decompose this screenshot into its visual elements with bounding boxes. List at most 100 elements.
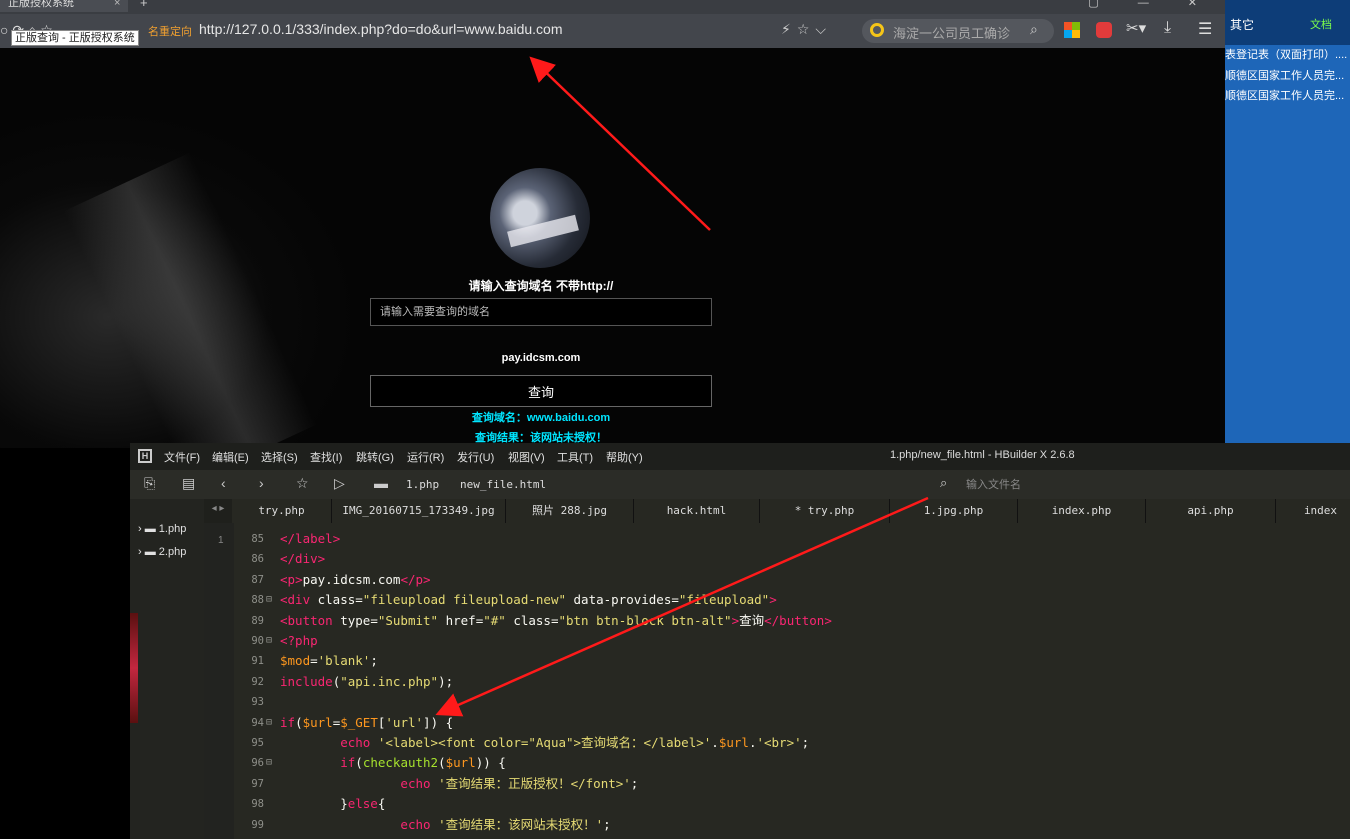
menu-goto[interactable]: 跳转(G) xyxy=(356,449,394,465)
new-tab-icon[interactable]: + xyxy=(140,0,148,12)
fold-icon[interactable]: ⊟ xyxy=(266,590,272,610)
tab-try-php[interactable]: try.php xyxy=(232,499,332,523)
breadcrumb-file[interactable]: new_file.html xyxy=(460,478,546,491)
menu-find[interactable]: 查找(I) xyxy=(310,449,342,465)
file-search-icon: ⌕ xyxy=(940,475,948,490)
browser-tab-title: 正版授权系统 xyxy=(8,0,74,9)
tab-try-php-modified[interactable]: * try.php xyxy=(760,499,890,523)
code-text: }else{ xyxy=(280,796,386,812)
url-action-icons[interactable]: ⚡☆⌵ xyxy=(781,21,832,38)
tab-docs[interactable]: 文档 xyxy=(1310,16,1332,32)
line-number: 91 xyxy=(251,655,264,668)
tab-1jpg-php[interactable]: 1.jpg.php xyxy=(890,499,1018,523)
screenshot-cut-icon[interactable]: ✂▾ xyxy=(1126,19,1150,37)
side-list-item[interactable]: 表登记表（双面打印）.... xyxy=(1225,46,1350,62)
breadcrumb-folder[interactable]: 1.php xyxy=(406,478,439,491)
tab-hack-html[interactable]: hack.html xyxy=(634,499,760,523)
menu-edit[interactable]: 编辑(E) xyxy=(212,449,249,465)
tab-photo-jpg[interactable]: 照片 288.jpg xyxy=(506,499,634,523)
code-text: $mod='blank'; xyxy=(280,653,378,669)
search-engine-icon xyxy=(870,23,884,37)
tree-item-1php[interactable]: › ▬ 1.php xyxy=(138,523,186,535)
project-tree: › ▬ 1.php › ▬ 2.php xyxy=(130,499,204,839)
window-controls[interactable]: ▢ — ✕ xyxy=(1088,0,1215,12)
new-file-icon[interactable]: ⎘ xyxy=(144,475,155,492)
menu-file[interactable]: 文件(F) xyxy=(164,449,200,465)
browser-tab[interactable]: 正版授权系统 xyxy=(0,0,128,12)
redirect-label: 名重定向 xyxy=(148,26,192,38)
search-icon[interactable]: ⌕ xyxy=(1030,21,1038,38)
folder-icon: ▬ xyxy=(374,475,388,491)
site-name: pay.idcsm.com xyxy=(501,352,581,364)
tab-close-icon[interactable]: × xyxy=(114,0,120,12)
tab-index-partial[interactable]: index xyxy=(1276,499,1350,523)
avatar xyxy=(490,168,590,268)
line-number: 88 xyxy=(251,594,264,607)
query-button[interactable]: 查询 xyxy=(370,375,712,407)
menu-tools[interactable]: 工具(T) xyxy=(557,449,593,465)
editor-menubar: H 文件(F) 编辑(E) 选择(S) 查找(I) 跳转(G) 运行(R) 发行… xyxy=(130,443,1350,470)
run-icon[interactable]: ▷ xyxy=(334,475,345,492)
side-list-item[interactable]: 顺德区国家工作人员完... xyxy=(1225,87,1350,103)
star-icon[interactable]: ☆ xyxy=(296,475,309,492)
editor-toolbar: ⎘ ▤ ‹ › ☆ ▷ ▬ 1.php new_file.html ⌕ xyxy=(130,470,1350,499)
domain-input[interactable] xyxy=(370,298,712,326)
result-domain: 查询域名：www.baidu.com xyxy=(471,412,611,424)
line-number: 93 xyxy=(251,696,264,709)
code-text: <?php xyxy=(280,633,318,648)
save-icon[interactable]: ▤ xyxy=(182,475,195,492)
side-list-item[interactable]: 顺德区国家工作人员完... xyxy=(1225,67,1350,83)
search-box[interactable]: 海淀一公司员工确诊 ⌕ xyxy=(862,19,1054,43)
code-area[interactable]: 85 </label> 86 </div> 87 <p>pay.idcsm.com</p>… xyxy=(234,529,1350,839)
code-text: if(checkauth2($url)) { xyxy=(340,755,506,771)
tab-scroll-arrows[interactable]: ◂ ▸ xyxy=(204,503,232,514)
side-panel: 其它 文档 表登记表（双面打印）.... 顺德区国家工作人员完... 顺德区国家… xyxy=(1225,0,1350,445)
menu-view[interactable]: 视图(V) xyxy=(508,449,545,465)
tree-item-label: 2.php xyxy=(158,546,187,558)
menu-icon[interactable]: ☰ xyxy=(1198,19,1214,38)
code-text: <button type="Submit" href="#" class="bt… xyxy=(280,612,832,628)
game-icon[interactable] xyxy=(1096,22,1112,38)
line-number: 97 xyxy=(251,777,264,790)
fold-icon[interactable]: ⊟ xyxy=(266,713,272,733)
tree-item-2php[interactable]: › ▬ 2.php xyxy=(138,546,186,558)
code-text: echo '查询结果：该网站未授权！'; xyxy=(400,816,611,832)
file-search-input[interactable] xyxy=(966,476,1146,494)
code-text: </div> xyxy=(280,551,326,567)
tab-index-php[interactable]: index.php xyxy=(1018,499,1146,523)
sidebar-image-thumbnail xyxy=(130,613,138,723)
line-number: 92 xyxy=(251,675,264,688)
menu-select[interactable]: 选择(S) xyxy=(261,449,298,465)
side-panel-header: 其它 文档 xyxy=(1225,0,1350,45)
fold-icon[interactable]: ⊟ xyxy=(266,631,272,651)
tab-img-jpg[interactable]: IMG_20160715_173349.jpg xyxy=(332,499,506,523)
gutter-line-number: 1 xyxy=(218,535,224,546)
forward-icon[interactable]: › xyxy=(259,475,264,491)
address-bar: ○ ⟳ ⌂ ☆ 正版查询 - 正版授权系统 名重定向 http://127.0.… xyxy=(0,14,1225,48)
menu-help[interactable]: 帮助(Y) xyxy=(606,449,643,465)
menu-publish[interactable]: 发行(U) xyxy=(457,449,494,465)
editor-title: 1.php/new_file.html - HBuilder X 2.6.8 xyxy=(890,449,1075,461)
line-number: 99 xyxy=(251,818,264,831)
line-number: 94 xyxy=(251,716,264,729)
line-number: 96 xyxy=(251,757,264,770)
code-text: echo '查询结果：正版授权！</font>'; xyxy=(400,775,639,791)
search-input[interactable]: 海淀一公司员工确诊 xyxy=(893,23,1010,42)
apps-icon[interactable] xyxy=(1064,22,1080,38)
fold-icon[interactable]: ⊟ xyxy=(266,753,272,773)
tab-other[interactable]: 其它 xyxy=(1230,16,1254,33)
editor-window: H 文件(F) 编辑(E) 选择(S) 查找(I) 跳转(G) 运行(R) 发行… xyxy=(130,443,1350,839)
web-page: 请输入查询域名 不带http:// pay.idcsm.com 查询 查询域名：… xyxy=(0,48,1225,448)
screen: 正版授权系统 × + ▢ — ✕ ○ ⟳ ⌂ ☆ 正版查询 - 正版授权系统 名… xyxy=(0,0,1350,839)
menu-run[interactable]: 运行(R) xyxy=(407,449,444,465)
url-field[interactable]: http://127.0.0.1/333/index.php?do=do&url… xyxy=(199,21,562,37)
line-number: 90 xyxy=(251,635,264,647)
editor-tabs: ◂ ▸ try.php IMG_20160715_173349.jpg 照片 2… xyxy=(204,499,1350,523)
browser-tab-strip: 正版授权系统 × + ▢ — ✕ xyxy=(0,0,1225,14)
code-text: echo '<label><font color="Aqua">查询域名：</l… xyxy=(340,735,810,750)
tree-item-label: 1.php xyxy=(158,523,187,535)
back-icon[interactable]: ‹ xyxy=(221,475,226,491)
tab-api-php[interactable]: api.php xyxy=(1146,499,1276,523)
download-icon[interactable]: ⤓ xyxy=(1164,19,1180,36)
tab-tooltip: 正版查询 - 正版授权系统 xyxy=(11,30,139,46)
